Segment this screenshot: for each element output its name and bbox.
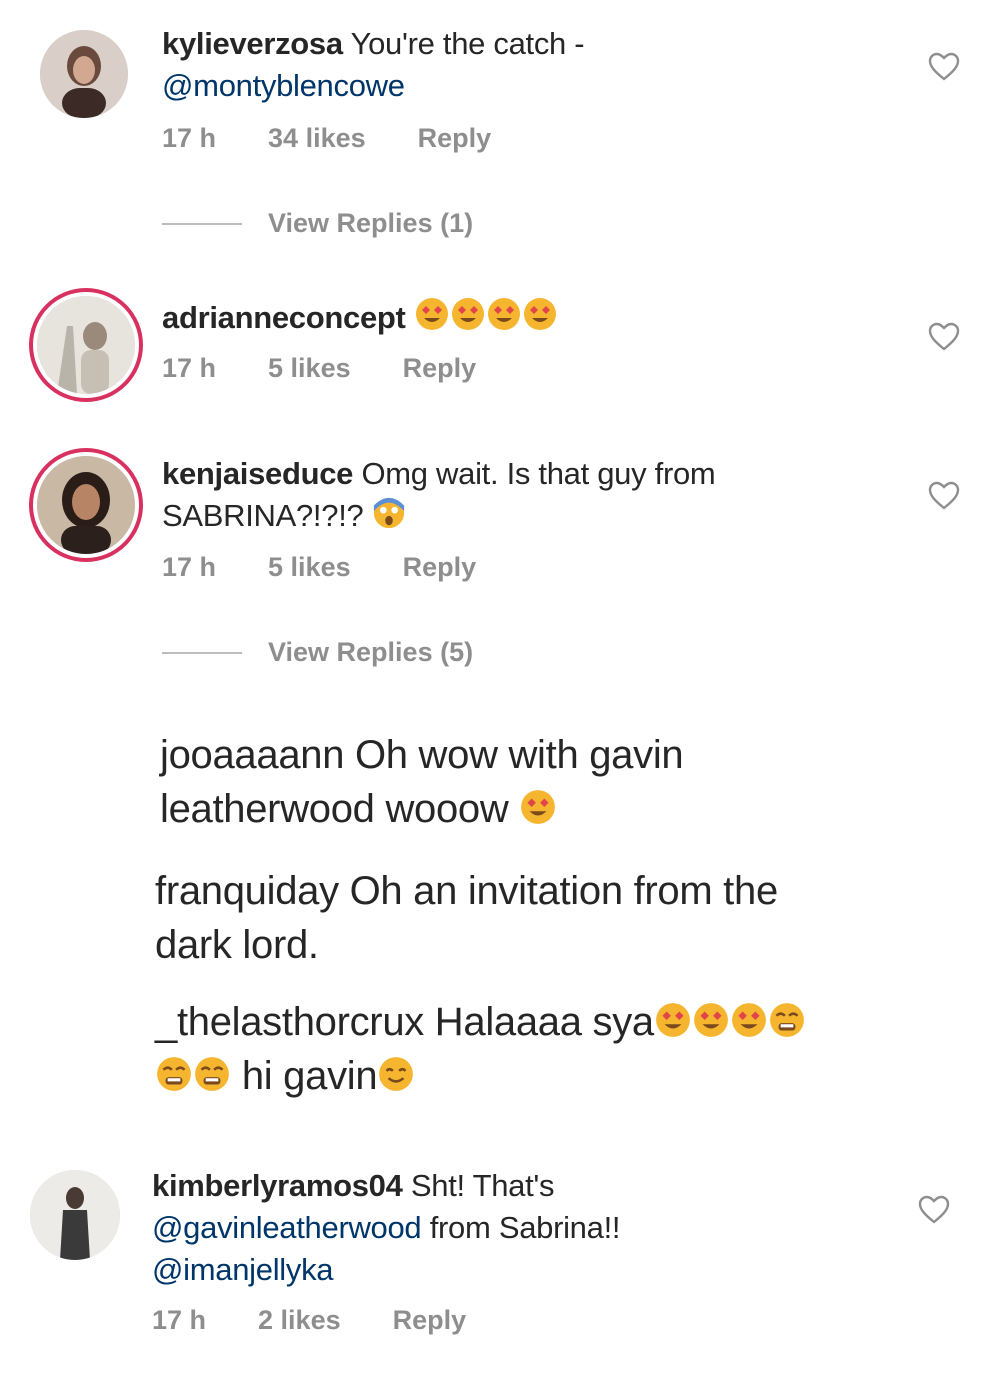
divider-line — [162, 222, 242, 225]
comment-likes[interactable]: 34 likes — [268, 123, 366, 154]
divider-line — [162, 651, 242, 654]
heart-eyes-emoji — [522, 296, 558, 332]
reply-line: jooaaaann Oh wow with gavin — [160, 733, 684, 777]
comment-likes[interactable]: 5 likes — [268, 353, 351, 384]
crying-emoji — [768, 1001, 806, 1039]
reply-thelasthorcrux: _thelasthorcrux Halaaaa sya hi gavin — [155, 995, 955, 1103]
mention-link[interactable]: @montyblencowe — [162, 68, 405, 103]
mention-link[interactable]: @gavinleatherwood — [152, 1210, 422, 1245]
comment-time: 17 h — [162, 552, 217, 582]
heart-eyes-emoji — [450, 296, 486, 332]
reply-line: _thelasthorcrux Halaaaa sya — [155, 1000, 654, 1044]
heart-eyes-emoji — [414, 296, 450, 332]
reply-jooaaaann: jooaaaann Oh wow with gavin leatherwood … — [160, 728, 940, 836]
comment-time: 17 h — [152, 1305, 207, 1335]
comment-username[interactable]: kimberlyramos04 — [152, 1168, 403, 1203]
comment-text: kylieverzosa You're the catch - @montybl… — [162, 23, 882, 107]
heart-eyes-emoji — [654, 1001, 692, 1039]
comment-meta: 17 h 2 likes Reply — [152, 1305, 466, 1336]
comment-body-line2: SABRINA?!?!? — [162, 498, 364, 533]
reply-line: dark lord. — [155, 923, 319, 967]
comment-username[interactable]: kylieverzosa — [162, 26, 343, 61]
view-replies-button[interactable]: View Replies (1) — [162, 208, 473, 239]
comment-time: 17 h — [162, 353, 217, 383]
mention-link[interactable]: @imanjellyka — [152, 1252, 334, 1287]
comment-body: Omg wait. Is that guy from — [361, 456, 716, 491]
heart-eyes-emoji: 😍😍😍😍 — [414, 296, 418, 338]
comment-time: 17 h — [162, 123, 217, 153]
comment-likes[interactable]: 5 likes — [268, 552, 351, 583]
smiling-emoji — [377, 1055, 415, 1093]
heart-icon[interactable] — [928, 322, 960, 352]
avatar[interactable] — [37, 456, 135, 554]
heart-icon[interactable] — [918, 1195, 950, 1225]
heart-eyes-emoji — [730, 1001, 768, 1039]
heart-eyes-emoji — [486, 296, 522, 332]
view-replies-label: View Replies (5) — [268, 637, 474, 667]
avatar[interactable] — [30, 1170, 120, 1260]
screaming-emoji-text: 😱 — [372, 495, 373, 537]
screaming-emoji — [372, 496, 406, 530]
reply-button[interactable]: Reply — [403, 353, 477, 384]
reply-line: franquiday Oh an invitation from the — [155, 869, 778, 913]
reply-line: leatherwood wooow — [160, 787, 509, 831]
crying-emoji — [155, 1055, 193, 1093]
reply-franquiday: franquiday Oh an invitation from the dar… — [155, 864, 955, 972]
avatar[interactable] — [37, 296, 135, 394]
comment-text: kenjaiseduce Omg wait. Is that guy from … — [162, 453, 882, 537]
reply-button[interactable]: Reply — [393, 1305, 467, 1336]
comment-text: kimberlyramos04 Sht! That's @gavinleathe… — [152, 1165, 892, 1291]
heart-eyes-emoji — [692, 1001, 730, 1039]
view-replies-label: View Replies (1) — [268, 208, 474, 238]
comment-likes[interactable]: 2 likes — [258, 1305, 341, 1336]
heart-icon[interactable] — [928, 52, 960, 82]
comment-body: Sht! That's — [410, 1168, 555, 1203]
comment-username[interactable]: adrianneconcept — [162, 300, 406, 335]
comment-meta: 17 h 34 likes Reply — [162, 123, 491, 154]
avatar[interactable] — [40, 30, 128, 118]
crying-emoji — [193, 1055, 231, 1093]
comment-username[interactable]: kenjaiseduce — [162, 456, 353, 491]
reply-button[interactable]: Reply — [418, 123, 492, 154]
reply-button[interactable]: Reply — [403, 552, 477, 583]
comment-meta: 17 h 5 likes Reply — [162, 552, 476, 583]
heart-icon[interactable] — [928, 481, 960, 511]
heart-eyes-emoji — [519, 788, 557, 826]
comment-meta: 17 h 5 likes Reply — [162, 353, 476, 384]
view-replies-button[interactable]: View Replies (5) — [162, 637, 473, 668]
comment-body-line2: from Sabrina!! — [429, 1210, 621, 1245]
reply-line: hi gavin — [241, 1054, 378, 1098]
comment-text: adrianneconcept 😍😍😍😍 — [162, 296, 882, 339]
comment-body: You're the catch - — [350, 26, 585, 61]
